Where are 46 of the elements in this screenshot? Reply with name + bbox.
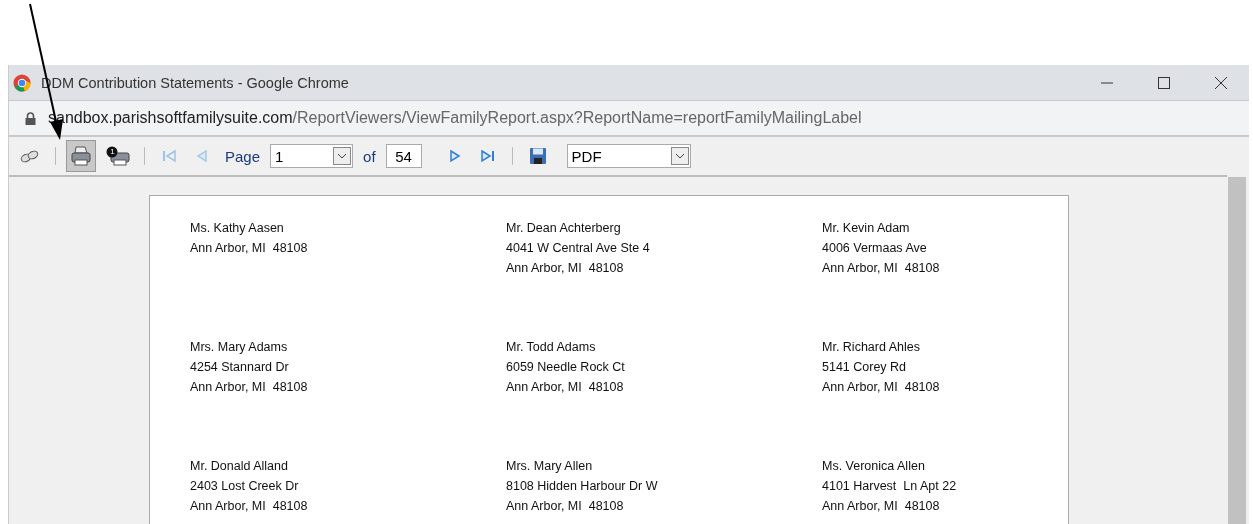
printer-icon: [106, 146, 130, 166]
next-page-icon[interactable]: [447, 149, 462, 163]
label-line: Mr. Kevin Adam: [822, 220, 911, 237]
label-line: Mr. Donald Alland: [190, 458, 289, 475]
label-line: 4254 Stannard Dr: [190, 359, 290, 376]
close-icon: [1213, 75, 1228, 90]
save-icon[interactable]: [528, 147, 547, 165]
label-line: Ann Arbor, MI 48108: [822, 498, 941, 515]
label-line: Mrs. Mary Allen: [506, 458, 594, 475]
lock-icon: [25, 111, 36, 125]
label-line: Mr. Dean Achterberg: [506, 220, 622, 237]
label-line: 5141 Corey Rd: [822, 359, 908, 376]
page-label: Page: [225, 147, 261, 165]
label-line: Ann Arbor, MI 48108: [506, 260, 625, 277]
format-dropdown[interactable]: PDF: [566, 144, 691, 168]
scrollbar[interactable]: [1227, 177, 1247, 524]
of-label: of: [363, 147, 376, 165]
browser-logo-icon: [13, 73, 31, 92]
page-count-field: 54: [385, 144, 422, 168]
label-line: Ms. Kathy Aasen: [190, 220, 285, 237]
label-line: 4101 Harvest Ln Apt 22: [822, 478, 958, 495]
label-line: 8108 Hidden Harbour Dr W: [506, 478, 659, 495]
minimize-icon: [1099, 81, 1114, 84]
last-page-icon[interactable]: [479, 149, 496, 163]
label-line: Mrs. Mary Adams: [190, 339, 289, 356]
print-button[interactable]: [66, 140, 96, 172]
label-line: Ann Arbor, MI 48108: [190, 240, 309, 257]
label-line: Ms. Veronica Allen: [822, 458, 926, 475]
label-line: Ann Arbor, MI 48108: [190, 379, 309, 396]
print-page-button[interactable]: 1: [102, 140, 134, 172]
maximize-icon: [1156, 75, 1171, 90]
glasses-icon: [20, 149, 40, 163]
label-line: 4006 Vermaas Ave: [822, 240, 928, 257]
label-line: Ann Arbor, MI 48108: [506, 498, 625, 515]
label-line: Ann Arbor, MI 48108: [822, 379, 941, 396]
label-line: 6059 Needle Rock Ct: [506, 359, 626, 376]
label-line: Ann Arbor, MI 48108: [190, 498, 309, 515]
label-line: Ann Arbor, MI 48108: [822, 260, 941, 277]
printer-icon: [70, 146, 92, 166]
label-line: Mr. Richard Ahles: [822, 339, 921, 356]
number-label: 1: [109, 146, 116, 157]
label-line: Mr. Todd Adams: [506, 339, 597, 356]
page-dropdown[interactable]: 1: [270, 144, 354, 168]
label-line: Ann Arbor, MI 48108: [506, 379, 625, 396]
label-line: 4041 W Central Ave Ste 4: [506, 240, 651, 257]
label-line: 2403 Lost Creek Dr: [190, 478, 300, 495]
